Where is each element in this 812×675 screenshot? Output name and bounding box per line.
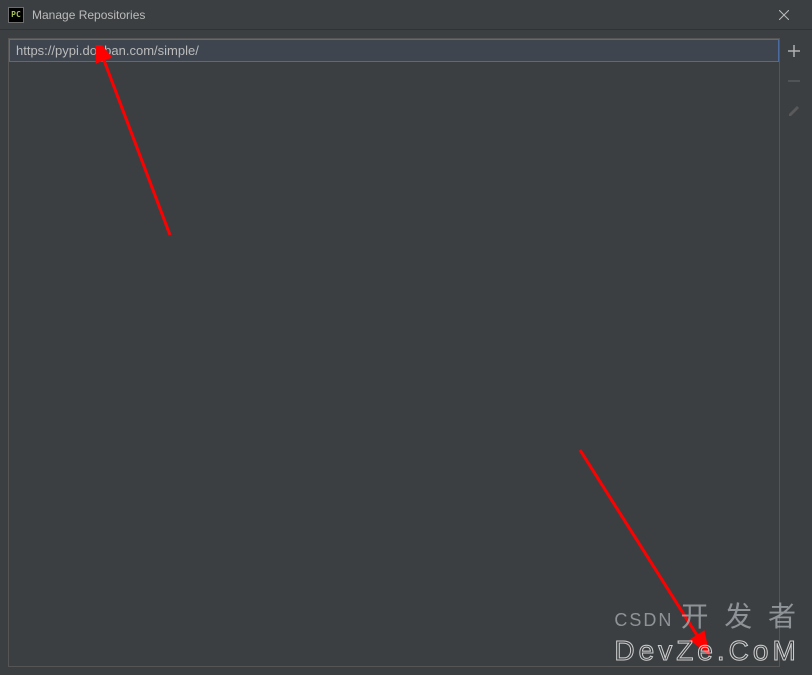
repository-list[interactable]: https://pypi.douban.com/simple/ [8,38,780,667]
pencil-icon [787,104,801,118]
minus-icon [787,74,801,88]
plus-icon [787,44,801,58]
remove-button[interactable] [783,70,805,92]
title-bar: PC Manage Repositories [0,0,812,30]
window-title: Manage Repositories [32,8,764,22]
watermark-brand1: 开 发 者 [680,601,800,632]
add-button[interactable] [783,40,805,62]
edit-button[interactable] [783,100,805,122]
close-icon [779,10,789,20]
close-button[interactable] [764,0,804,30]
side-toolbar [780,38,808,667]
watermark: CSDN 开 发 者 DevZe.CoM [614,595,800,667]
watermark-prefix: CSDN [614,610,673,630]
app-icon: PC [8,7,24,23]
repository-item[interactable]: https://pypi.douban.com/simple/ [9,39,779,62]
watermark-brand2: DevZe.CoM [614,635,799,666]
content-area: https://pypi.douban.com/simple/ [0,30,812,675]
